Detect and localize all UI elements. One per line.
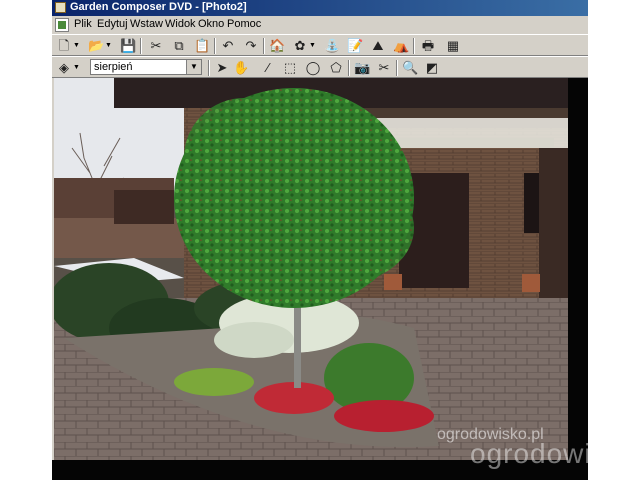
toolbar-separator (413, 38, 415, 54)
polygon-select-icon[interactable]: ⬠ (328, 60, 344, 76)
month-select[interactable]: sierpień ▼ (90, 59, 202, 75)
undo-icon[interactable]: ↶ (220, 38, 236, 54)
toolbar-separator (396, 60, 398, 76)
magic-wand-icon[interactable]: ⁄ (260, 60, 276, 76)
layer-dropdown-arrow[interactable]: ▼ (73, 61, 80, 75)
open-dropdown-arrow[interactable]: ▼ (105, 39, 112, 53)
month-select-value: sierpień (94, 61, 133, 73)
document-icon[interactable] (55, 18, 69, 32)
menu-wstaw[interactable]: Wstaw (130, 18, 163, 30)
fill-icon[interactable]: ◩ (424, 60, 440, 76)
calculator-icon[interactable]: ▦ (445, 38, 461, 54)
garden-photo (54, 78, 568, 460)
tools-toolbar: ◈ ▼ sierpień ▼ ➤ ✋ ⁄ ⬚ ◯ ⬠ 📷 ✂ 🔍 ◩ (52, 56, 588, 78)
save-icon[interactable]: 💾 (120, 38, 136, 54)
lasso-icon[interactable]: ◯ (305, 60, 321, 76)
notes-icon[interactable]: 📝 (347, 38, 363, 54)
rect-select-icon[interactable]: ⬚ (282, 60, 298, 76)
pointer-arrow-icon[interactable]: ➤ (214, 60, 230, 76)
open-folder-icon[interactable]: 📂 (88, 38, 104, 54)
plant-dropdown-arrow[interactable]: ▼ (309, 39, 316, 53)
menu-plik[interactable]: Plik (74, 18, 92, 30)
menu-okno[interactable]: Okno (198, 18, 224, 30)
app-icon (55, 2, 66, 13)
new-dropdown-arrow[interactable]: ▼ (73, 39, 80, 53)
copy-icon[interactable]: ⧉ (171, 38, 187, 54)
plant-icon[interactable]: ✿ (292, 38, 308, 54)
new-document-icon[interactable]: 🗋 (56, 38, 72, 54)
print-icon[interactable]: 🖶 (420, 38, 436, 54)
menu-widok[interactable]: Widok (165, 18, 196, 30)
menu-bar: Plik Edytuj Wstaw Widok Okno Pomoc (52, 16, 588, 34)
camera-icon[interactable]: 📷 (354, 60, 370, 76)
layer-icon[interactable]: ◈ (56, 60, 72, 76)
zoom-icon[interactable]: 🔍 (402, 60, 418, 76)
title-bar[interactable]: Garden Composer DVD - [Photo2] (52, 0, 588, 16)
app-window: Garden Composer DVD - [Photo2] Plik Edyt… (52, 0, 588, 480)
house-icon[interactable]: 🏠 (269, 38, 285, 54)
menu-edytuj[interactable]: Edytuj (97, 18, 128, 30)
toolbar-separator (214, 38, 216, 54)
watermark-large: ogrodowisk (470, 438, 588, 469)
toolbar-separator (263, 38, 265, 54)
redo-icon[interactable]: ↷ (243, 38, 259, 54)
main-toolbar: 🗋 ▼ 📂 ▼ 💾 ✂ ⧉ 📋 ↶ ↷ 🏠 ✿ ▼ ⛲ 📝 ⛰ ⛺ 🖶 ▦ (52, 34, 588, 56)
prune-icon[interactable]: ✂ (376, 60, 392, 76)
photo-canvas[interactable] (54, 78, 568, 460)
watering-can-icon[interactable]: ⛲ (324, 38, 340, 54)
window-title: Garden Composer DVD - [Photo2] (70, 1, 247, 13)
chevron-down-icon[interactable]: ▼ (186, 60, 201, 74)
tent-icon[interactable]: ⛺ (393, 38, 409, 54)
toolbar-separator (208, 60, 210, 76)
toolbar-separator (348, 60, 350, 76)
hand-icon[interactable]: ✋ (233, 60, 249, 76)
canvas-border-right (568, 78, 588, 480)
terrain-icon[interactable]: ⛰ (370, 38, 386, 54)
menu-pomoc[interactable]: Pomoc (227, 18, 261, 30)
toolbar-separator (140, 38, 142, 54)
cut-icon[interactable]: ✂ (148, 38, 164, 54)
paste-icon[interactable]: 📋 (194, 38, 210, 54)
